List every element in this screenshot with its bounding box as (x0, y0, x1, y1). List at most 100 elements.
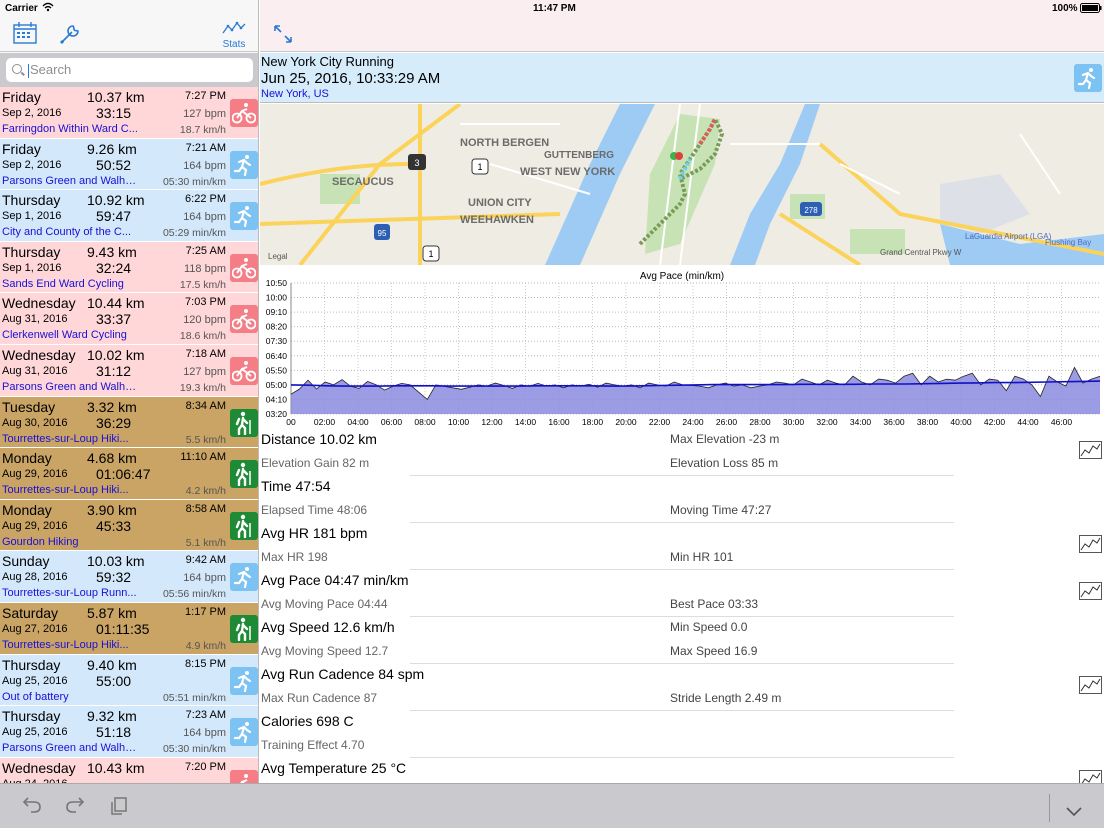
activity-row[interactable]: Monday 4.68 km 11:10 AM Aug 29, 2016 01:06:4… (0, 448, 258, 500)
graph-icon[interactable] (1079, 582, 1102, 600)
map-label-laguardia: LaGuardia Airport (LGA) (965, 232, 1052, 241)
search-input[interactable]: Search (6, 58, 253, 82)
x-tick-label: 44:00 (1017, 417, 1039, 427)
activity-row[interactable]: Wednesday 10.02 km 7:18 AM Aug 31, 2016 31:1… (0, 344, 258, 397)
activity-row[interactable]: Friday 10.37 km 7:27 PM Sep 2, 2016 33:15 127… (0, 87, 258, 139)
wrench-icon[interactable] (59, 21, 83, 50)
stat-primary: Distance 10.02 km (261, 431, 377, 447)
activity-row[interactable]: Tuesday 3.32 km 8:34 AM Aug 30, 2016 36:29 To… (0, 396, 258, 449)
activity-list-pane: Stats Search Friday 10.37 km 7:27 PM Sep 2,… (0, 0, 259, 783)
activity-location: Tourrettes-sur-Loup Hiki... (2, 484, 129, 497)
stats-graph-icon (222, 21, 246, 34)
activity-row[interactable]: Sunday 10.03 km 9:42 AM Aug 28, 2016 59:32 16… (0, 551, 258, 603)
activity-distance: 9.43 km (87, 243, 137, 260)
x-tick-label: 12:00 (481, 417, 503, 427)
activity-location: Tourrettes-sur-Loup Hiki... (2, 432, 129, 445)
activity-duration: 32:24 (96, 259, 132, 276)
map-legal-link[interactable]: Legal (268, 252, 288, 261)
activity-speed: 5.1 km/h (185, 536, 226, 549)
chevron-down-icon[interactable] (1066, 800, 1082, 823)
activity-day: Wednesday (2, 759, 76, 776)
toolbar-divider (1049, 794, 1050, 822)
activity-date: Aug 31, 2016 (2, 313, 68, 326)
stat-primary: Avg Pace 04:47 min/km (261, 572, 409, 588)
calendar-icon[interactable] (13, 22, 37, 49)
activity-time: 7:03 PM (185, 296, 226, 309)
x-tick-label: 08:00 (414, 417, 436, 427)
x-tick-label: 40:00 (950, 417, 972, 427)
route-map[interactable]: 3 1 95 1 278 NORTH BERGEN GUTTENBERG WES… (260, 104, 1104, 265)
activity-datetime: Jun 25, 2016, 10:33:29 AM (261, 70, 441, 87)
undo-icon[interactable] (22, 796, 42, 820)
activity-day: Monday (2, 501, 52, 518)
y-tick-label: 06:40 (266, 351, 288, 361)
activity-location: Tourrettes-sur-Loup Hiki... (2, 638, 129, 651)
x-tick-label: 10:00 (448, 417, 470, 427)
x-tick-label: 34:00 (850, 417, 872, 427)
graph-icon[interactable] (1079, 676, 1102, 694)
activity-time: 7:25 AM (185, 244, 226, 257)
activity-row[interactable]: Wednesday10.43 km7:20 PMAug 24, 2016 (0, 757, 258, 783)
graph-icon[interactable] (1079, 535, 1102, 553)
activity-row[interactable]: Thursday 10.92 km 6:22 PM Sep 1, 2016 59:47 1… (0, 190, 258, 242)
redo-icon[interactable] (65, 796, 85, 820)
running-icon (230, 718, 258, 747)
activity-day: Sunday (2, 553, 50, 570)
hiking-icon (230, 511, 258, 540)
stat-secondary: Avg Moving Speed 12.7 (261, 644, 389, 658)
activity-date: Sep 1, 2016 (2, 210, 62, 223)
activity-row[interactable]: Friday 9.26 km 7:21 AM Sep 2, 2016 50:52 164 … (0, 138, 258, 191)
activity-day: Thursday (2, 243, 61, 260)
battery-icon (1080, 3, 1102, 16)
stat-primary-right: Max Elevation -23 m (670, 432, 780, 446)
stats-button[interactable]: Stats (222, 21, 246, 50)
activity-row[interactable]: Monday 3.90 km 8:58 AM Aug 29, 2016 45:33 Gou… (0, 499, 258, 552)
activity-heart-rate: 127 bpm (183, 365, 226, 378)
x-tick-label: 14:00 (515, 417, 537, 427)
x-tick-label: 42:00 (984, 417, 1006, 427)
activity-date: Aug 28, 2016 (2, 571, 68, 584)
activity-distance: 5.87 km (87, 604, 137, 621)
activity-location[interactable]: New York, US (261, 88, 329, 100)
activity-time: 1:17 PM (185, 605, 226, 618)
hiking-icon (230, 408, 258, 437)
map-label-guttenberg: GUTTENBERG (544, 150, 614, 161)
activity-row[interactable]: Wednesday 10.44 km 7:03 PM Aug 31, 2016 33:3… (0, 293, 258, 345)
x-tick-label: 24:00 (682, 417, 704, 427)
activity-time: 6:22 PM (185, 193, 226, 206)
activity-day: Saturday (2, 604, 59, 621)
stat-primary: Calories 698 C (261, 713, 354, 729)
x-tick-label: 32:00 (816, 417, 838, 427)
activity-row[interactable]: Thursday 9.40 km 8:15 PM Aug 25, 2016 55:00 O… (0, 654, 258, 707)
activity-duration: 33:37 (96, 311, 132, 328)
stat-primary: Avg Run Cadence 84 spm (261, 666, 425, 682)
y-tick-label: 05:00 (266, 380, 288, 390)
pace-chart[interactable]: Avg Pace (min/km) 10:50 10:00 09:10 08:20 07… (260, 266, 1104, 429)
search-icon (12, 64, 22, 74)
running-sport-icon[interactable] (1074, 64, 1102, 92)
activity-date: Sep 1, 2016 (2, 261, 62, 274)
activity-day: Thursday (2, 708, 61, 725)
activity-distance: 4.68 km (87, 450, 137, 467)
activity-date: Aug 25, 2016 (2, 674, 68, 687)
route-95-shield: 95 (378, 229, 387, 238)
y-tick-label: 07:30 (266, 336, 288, 346)
expand-icon[interactable] (274, 25, 292, 48)
activity-row[interactable]: Saturday 5.87 km 1:17 PM Aug 27, 2016 01:11:… (0, 602, 258, 655)
graph-icon[interactable] (1079, 770, 1102, 783)
activity-speed: 18.6 km/h (179, 330, 226, 343)
x-tick-label: 18:00 (582, 417, 604, 427)
x-tick-label: 26:00 (716, 417, 738, 427)
activity-location: Tourrettes-sur-Loup Runn... (2, 587, 137, 600)
activity-distance: 3.90 km (87, 501, 137, 518)
activity-row[interactable]: Thursday 9.32 km 7:23 AM Aug 25, 2016 51:18 1… (0, 706, 258, 758)
x-tick-label: 22:00 (649, 417, 671, 427)
y-tick-label: 05:50 (266, 365, 288, 375)
copy-icon[interactable] (110, 796, 128, 822)
activity-heart-rate: 164 bpm (183, 159, 226, 172)
stat-row: Avg Pace 04:47 min/km Avg Moving Pace 04:… (260, 570, 1104, 617)
x-tick-label: 02:00 (314, 417, 336, 427)
graph-icon[interactable] (1079, 441, 1102, 459)
activity-location: Out of battery (2, 690, 69, 703)
activity-row[interactable]: Thursday 9.43 km 7:25 AM Sep 1, 2016 32:24 11… (0, 241, 258, 294)
